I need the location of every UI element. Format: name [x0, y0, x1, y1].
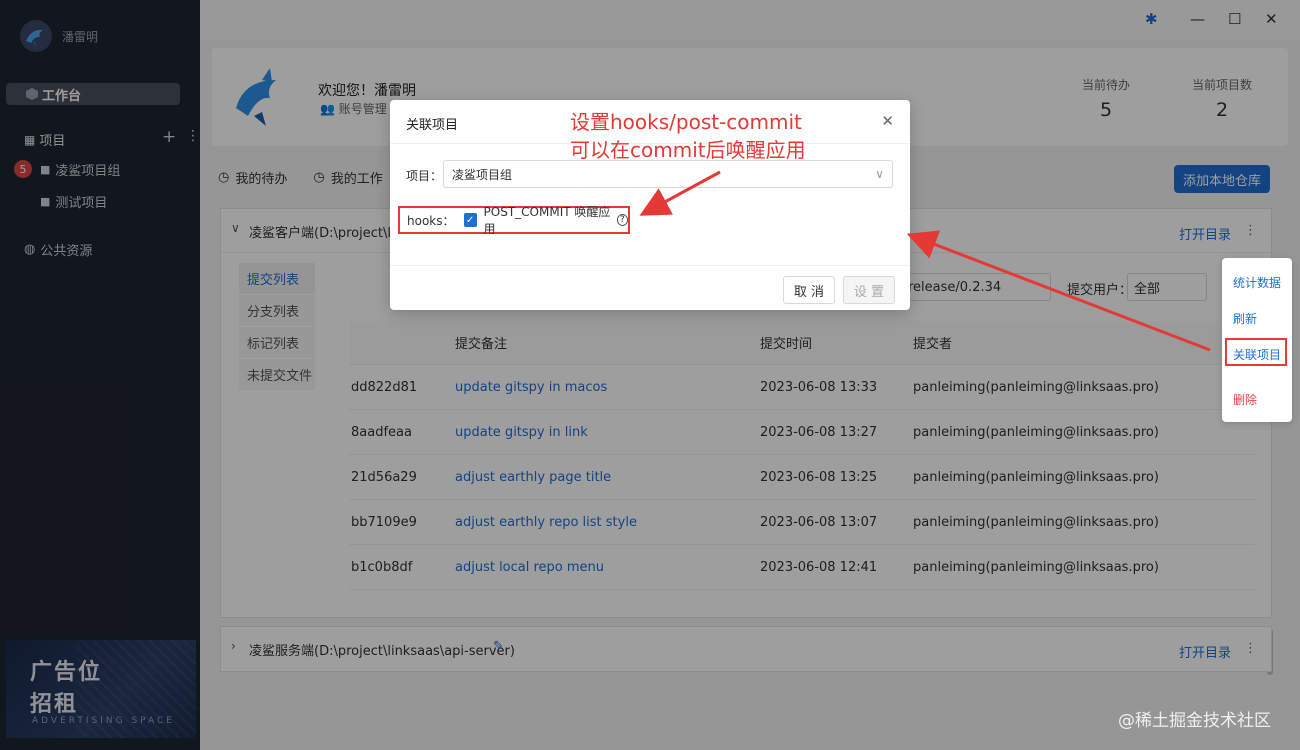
menu-item-stats[interactable]: 统计数据: [1233, 274, 1281, 291]
project-select-value: 凌鲨项目组: [452, 167, 513, 182]
project-select[interactable]: 凌鲨项目组 ∨: [443, 160, 893, 188]
post-commit-checkbox[interactable]: ✓: [463, 213, 477, 227]
close-icon[interactable]: ✕: [881, 112, 894, 130]
watermark-text: @稀土掘金技术社区: [1118, 711, 1271, 731]
annotation-line2: 可以在commit后唤醒应用: [570, 138, 806, 162]
highlight-box-menu: [1225, 338, 1287, 366]
help-icon[interactable]: ?: [616, 214, 628, 226]
set-button[interactable]: 设 置: [843, 276, 895, 304]
menu-item-refresh[interactable]: 刷新: [1233, 310, 1257, 327]
modal-title: 关联项目: [406, 118, 459, 133]
project-label: 项目：: [406, 169, 443, 183]
menu-item-delete[interactable]: 删除: [1233, 391, 1257, 408]
hooks-label: hooks：: [407, 213, 455, 228]
annotation-text: 设置hooks/post-commit 可以在commit后唤醒应用: [570, 108, 806, 164]
annotation-line1: 设置hooks/post-commit: [570, 110, 802, 134]
cancel-button[interactable]: 取 消: [783, 276, 835, 304]
hook-option-label: POST_COMMIT 唤醒应用: [483, 205, 611, 236]
modal-footer: 取 消 设 置: [390, 265, 910, 310]
chevron-down-icon: ∨: [875, 167, 884, 181]
hooks-row: hooks： ✓ POST_COMMIT 唤醒应用 ?: [398, 205, 630, 236]
